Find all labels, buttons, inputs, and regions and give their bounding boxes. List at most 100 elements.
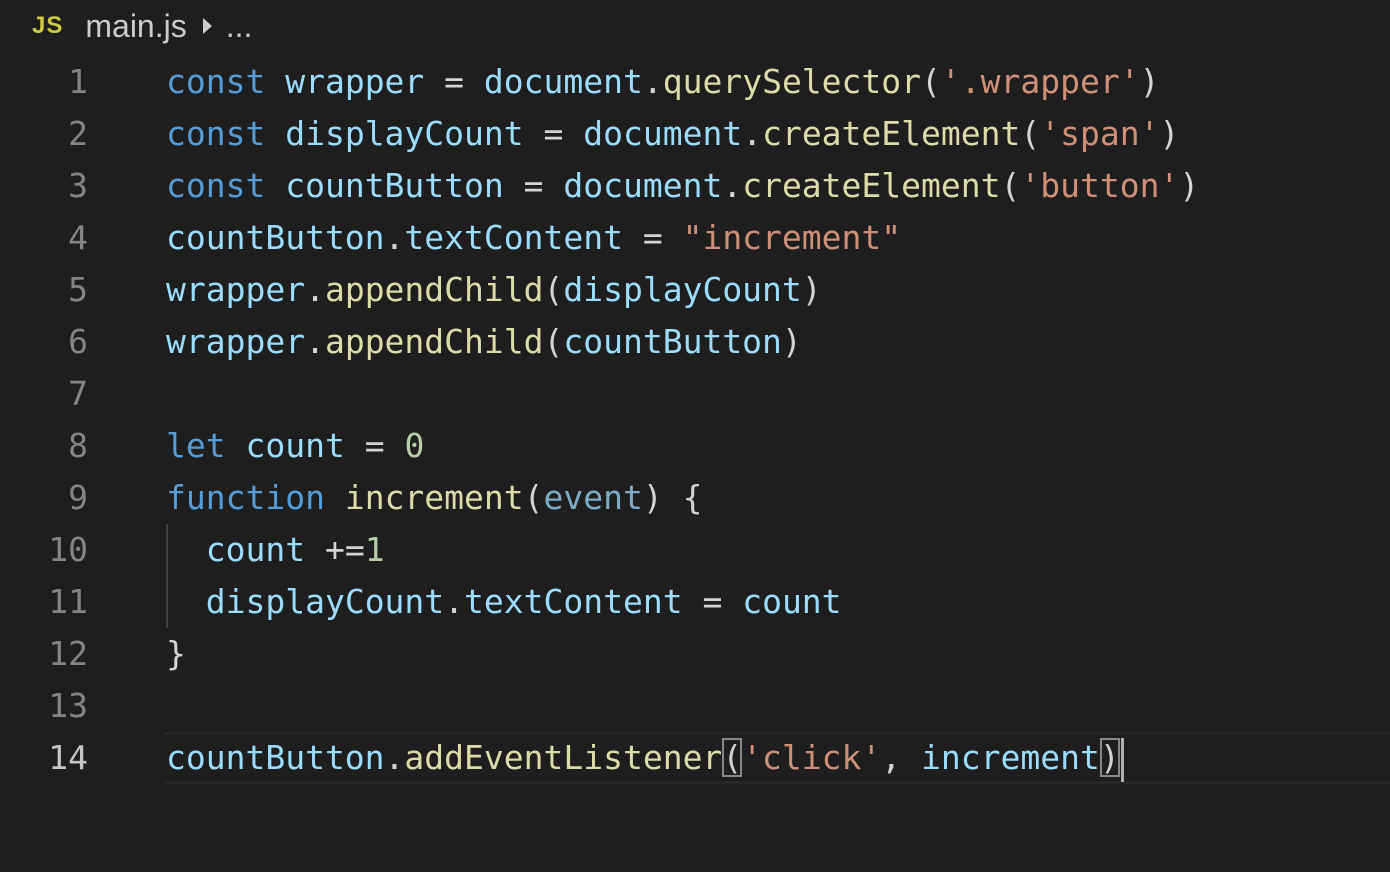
code-token: count bbox=[245, 426, 345, 465]
code-line[interactable]: 5 wrapper.appendChild(displayCount) bbox=[0, 264, 1390, 316]
code-token: increment bbox=[921, 738, 1100, 777]
code-token: ( bbox=[543, 322, 564, 361]
code-token: displayCount bbox=[285, 114, 524, 153]
code-line[interactable]: 10 count +=1 bbox=[0, 524, 1390, 576]
code-line[interactable]: 9 function increment(event) { bbox=[0, 472, 1390, 524]
code-token: document bbox=[483, 62, 643, 101]
line-number: 13 bbox=[48, 686, 88, 725]
line-number: 3 bbox=[68, 166, 88, 205]
code-token: let bbox=[166, 426, 226, 465]
breadcrumb: JS main.js ... bbox=[32, 6, 252, 46]
code-text: count +=1 bbox=[166, 524, 385, 576]
code-token: function bbox=[166, 478, 325, 517]
code-token: = bbox=[622, 218, 683, 257]
code-token: } bbox=[166, 634, 186, 673]
code-token: = bbox=[503, 166, 564, 205]
code-token: 0 bbox=[404, 426, 425, 465]
code-token: ( bbox=[1000, 166, 1021, 205]
line-number: 5 bbox=[68, 270, 88, 309]
code-text: countButton.textContent = "increment" bbox=[166, 212, 901, 264]
code-token: ( bbox=[722, 738, 743, 777]
line-number: 10 bbox=[48, 530, 88, 569]
code-line[interactable]: 2 const displayCount = document.createEle… bbox=[0, 108, 1390, 160]
code-token: 'click' bbox=[742, 738, 882, 777]
code-token: appendChild bbox=[324, 322, 544, 361]
code-token: . bbox=[305, 270, 325, 309]
code-token: '.wrapper' bbox=[940, 62, 1140, 101]
code-token: ) bbox=[1179, 166, 1200, 205]
line-number: 9 bbox=[68, 478, 88, 517]
code-token: , bbox=[881, 738, 922, 777]
code-token: . bbox=[384, 738, 405, 777]
code-token: const bbox=[166, 62, 266, 101]
code-token: 'button' bbox=[1020, 166, 1180, 205]
code-token: increment bbox=[344, 478, 524, 517]
code-token: 'span' bbox=[1040, 114, 1160, 153]
code-token: 1 bbox=[364, 530, 385, 569]
code-line[interactable]: 13 bbox=[0, 680, 1390, 732]
line-number: 8 bbox=[68, 426, 88, 465]
code-text: wrapper.appendChild(countButton) bbox=[166, 316, 802, 368]
line-number: 6 bbox=[68, 322, 88, 361]
code-token: "increment" bbox=[682, 218, 902, 257]
code-token: countButton bbox=[563, 322, 782, 361]
code-token: ( bbox=[921, 62, 941, 101]
code-token: ) bbox=[1099, 738, 1120, 777]
code-text: const displayCount = document.createElem… bbox=[166, 108, 1179, 160]
code-line[interactable]: 6 wrapper.appendChild(countButton) bbox=[0, 316, 1390, 368]
code-token: ) bbox=[1139, 62, 1160, 101]
code-token: wrapper bbox=[166, 270, 306, 309]
code-token: += bbox=[305, 530, 365, 569]
code-token: ) bbox=[801, 270, 822, 309]
code-token: . bbox=[384, 218, 405, 257]
code-token: displayCount bbox=[563, 270, 802, 309]
code-token: countButton bbox=[166, 218, 385, 257]
code-line[interactable]: 14 countButton.addEventListener('click', … bbox=[0, 732, 1390, 784]
code-token: countButton bbox=[166, 738, 385, 777]
code-token: = bbox=[523, 114, 584, 153]
code-token: = bbox=[682, 582, 743, 621]
code-token: wrapper bbox=[166, 322, 306, 361]
code-token: ) bbox=[1159, 114, 1180, 153]
code-line[interactable]: 12} bbox=[0, 628, 1390, 680]
code-token: addEventListener bbox=[404, 738, 723, 777]
code-token: textContent bbox=[464, 582, 683, 621]
code-token: ( bbox=[1020, 114, 1041, 153]
code-token: createElement bbox=[762, 114, 1021, 153]
code-text: function increment(event) { bbox=[166, 472, 702, 524]
code-token: const bbox=[166, 114, 266, 153]
code-token: appendChild bbox=[324, 270, 544, 309]
code-text: const countButton = document.createEleme… bbox=[166, 160, 1199, 212]
line-number: 12 bbox=[48, 634, 88, 673]
code-line[interactable]: 11 displayCount.textContent = count bbox=[0, 576, 1390, 628]
code-editor[interactable]: 1 const wrapper = document.querySelector(… bbox=[0, 56, 1390, 784]
code-line[interactable]: 1 const wrapper = document.querySelector(… bbox=[0, 56, 1390, 108]
line-number: 14 bbox=[48, 738, 88, 777]
code-token: document bbox=[583, 114, 743, 153]
code-token: createElement bbox=[742, 166, 1001, 205]
code-line[interactable]: 3 const countButton = document.createElem… bbox=[0, 160, 1390, 212]
code-line[interactable]: 7 bbox=[0, 368, 1390, 420]
code-token: countButton bbox=[285, 166, 504, 205]
chevron-right-icon bbox=[202, 18, 212, 34]
code-token: = bbox=[344, 426, 405, 465]
line-number: 2 bbox=[68, 114, 88, 153]
code-text: let count = 0 bbox=[166, 420, 424, 472]
breadcrumb-more[interactable]: ... bbox=[226, 8, 253, 45]
line-number: 11 bbox=[48, 582, 88, 621]
code-token: wrapper bbox=[285, 62, 425, 101]
code-text: wrapper.appendChild(displayCount) bbox=[166, 264, 822, 316]
code-token: count bbox=[205, 530, 306, 569]
code-token: . bbox=[444, 582, 465, 621]
breadcrumb-file-name[interactable]: main.js bbox=[85, 8, 186, 45]
code-line[interactable]: 8 let count = 0 bbox=[0, 420, 1390, 472]
line-number: 1 bbox=[68, 62, 88, 101]
code-token: document bbox=[563, 166, 723, 205]
code-token: ) bbox=[781, 322, 802, 361]
code-token: ( bbox=[523, 478, 544, 517]
code-line[interactable]: 4 countButton.textContent = "increment" bbox=[0, 212, 1390, 264]
